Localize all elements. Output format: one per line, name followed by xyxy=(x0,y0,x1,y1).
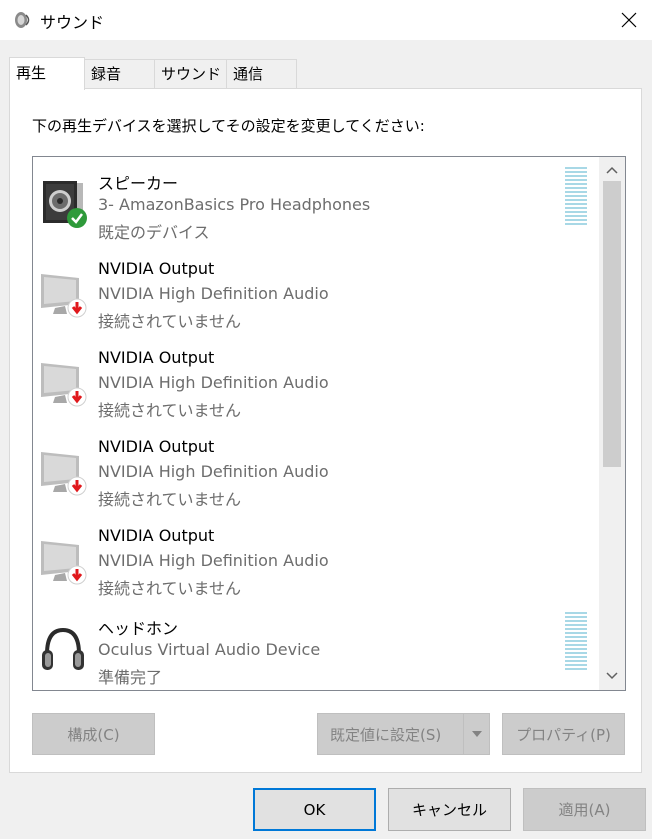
speaker-icon xyxy=(43,181,87,228)
tab-recording[interactable]: 録音 xyxy=(84,59,155,88)
cancel-button[interactable]: キャンセル xyxy=(388,788,511,831)
list-item[interactable]: NVIDIA Output NVIDIA High Definition Aud… xyxy=(33,424,599,512)
chevron-up-icon xyxy=(606,166,618,174)
sound-app-icon xyxy=(15,12,30,28)
tab-strip: 再生 録音 サウンド 通信 xyxy=(0,57,652,90)
monitor-icon xyxy=(41,452,87,496)
set-default-button[interactable]: 既定値に設定(S) xyxy=(317,713,490,755)
chevron-down-icon xyxy=(471,731,482,737)
list-item[interactable]: NVIDIA Output NVIDIA High Definition Aud… xyxy=(33,246,599,334)
default-check-badge xyxy=(67,208,87,228)
device-description: 3- AmazonBasics Pro Headphones xyxy=(98,195,371,214)
monitor-icon xyxy=(41,274,87,318)
scroll-down-button[interactable] xyxy=(599,665,625,687)
list-item[interactable]: NVIDIA Output NVIDIA High Definition Aud… xyxy=(33,335,599,423)
set-default-dropdown[interactable] xyxy=(463,714,489,754)
device-description: NVIDIA High Definition Audio xyxy=(98,373,329,392)
configure-button[interactable]: 構成(C) xyxy=(32,713,155,755)
device-status: 準備完了 xyxy=(98,668,163,687)
list-item[interactable]: ヘッドホン Oculus Virtual Audio Device 準備完了 xyxy=(33,602,599,690)
properties-button[interactable]: プロパティ(P) xyxy=(502,713,625,755)
device-name: スピーカー xyxy=(98,174,179,193)
device-name: NVIDIA Output xyxy=(98,437,215,456)
monitor-icon xyxy=(41,363,87,407)
close-icon xyxy=(621,12,637,28)
device-list[interactable]: スピーカー 3- AmazonBasics Pro Headphones 既定の… xyxy=(32,156,626,691)
set-default-label: 既定値に設定(S) xyxy=(330,725,442,744)
device-name: NVIDIA Output xyxy=(98,259,215,278)
close-button[interactable] xyxy=(606,0,652,40)
chevron-down-icon xyxy=(606,672,618,680)
device-description: NVIDIA High Definition Audio xyxy=(98,551,329,570)
device-name: NVIDIA Output xyxy=(98,348,215,367)
instruction-text: 下の再生デバイスを選択してその設定を変更してください: xyxy=(32,117,425,135)
tab-playback[interactable]: 再生 xyxy=(9,57,85,90)
vertical-scrollbar[interactable] xyxy=(599,157,625,690)
scroll-up-button[interactable] xyxy=(599,159,625,181)
headphones-icon xyxy=(42,627,84,670)
title-bar: サウンド xyxy=(0,0,652,40)
device-status: 接続されていません xyxy=(98,312,242,331)
device-description: Oculus Virtual Audio Device xyxy=(98,640,321,659)
playback-panel: 下の再生デバイスを選択してその設定を変更してください: スピーカー 3- Ama… xyxy=(9,88,642,773)
device-description: NVIDIA High Definition Audio xyxy=(98,462,329,481)
device-status: 接続されていません xyxy=(98,579,242,598)
list-item[interactable]: NVIDIA Output NVIDIA High Definition Aud… xyxy=(33,513,599,601)
scroll-thumb[interactable] xyxy=(603,181,621,467)
device-name: ヘッドホン xyxy=(98,619,179,638)
monitor-icon xyxy=(41,541,87,585)
window-title: サウンド xyxy=(40,13,105,32)
device-status: 接続されていません xyxy=(98,401,242,420)
device-status: 既定のデバイス xyxy=(98,223,210,242)
device-name: NVIDIA Output xyxy=(98,526,215,545)
apply-button[interactable]: 適用(A) xyxy=(523,788,646,831)
tab-communications[interactable]: 通信 xyxy=(226,59,297,88)
list-item[interactable]: スピーカー 3- AmazonBasics Pro Headphones 既定の… xyxy=(33,157,599,245)
tab-sounds[interactable]: サウンド xyxy=(154,59,227,88)
level-meter xyxy=(565,167,587,227)
ok-button[interactable]: OK xyxy=(253,788,376,831)
device-description: NVIDIA High Definition Audio xyxy=(98,284,329,303)
device-status: 接続されていません xyxy=(98,490,242,509)
level-meter xyxy=(565,612,587,672)
